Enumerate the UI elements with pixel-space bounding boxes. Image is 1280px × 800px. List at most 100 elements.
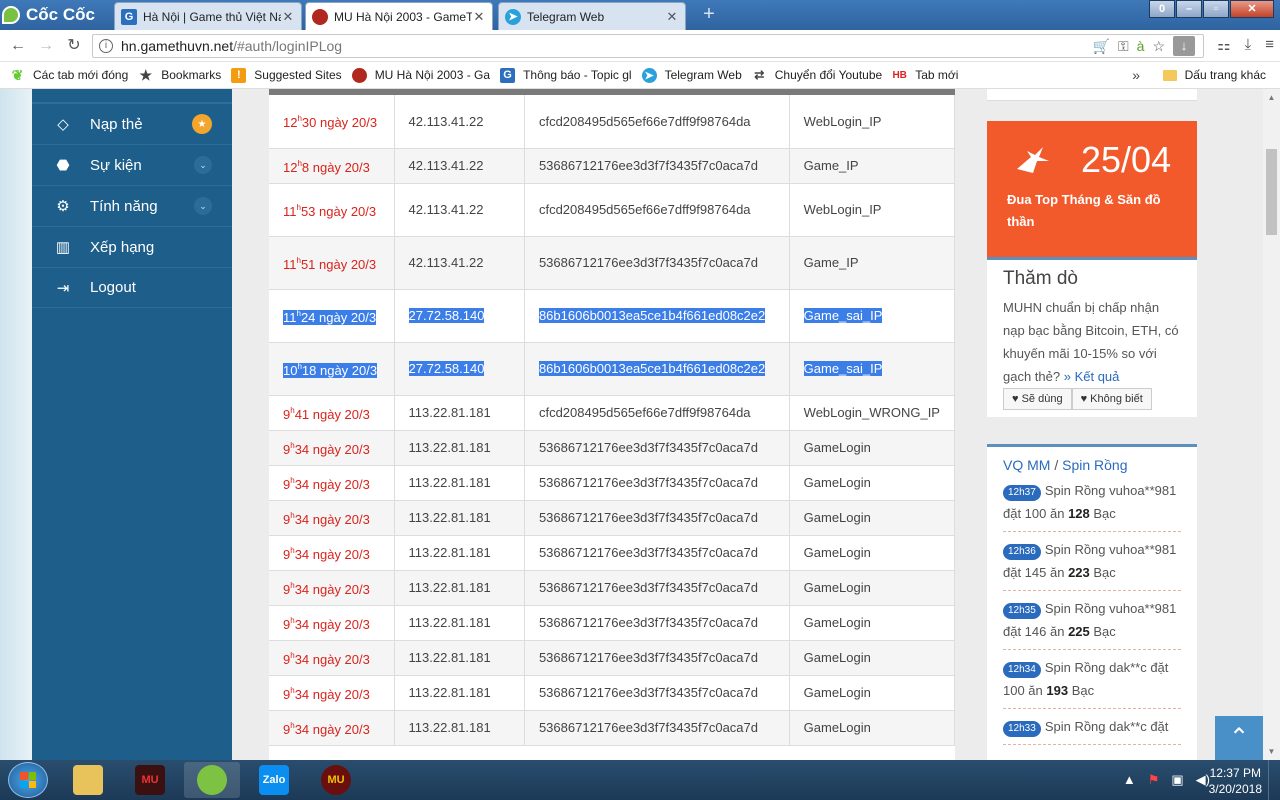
hash-text: cfcd208495d565ef66e7dff9f98764da — [538, 202, 751, 217]
ip-text: 42.113.41.22 — [408, 113, 484, 129]
time-hour: 11 — [283, 309, 297, 325]
tray-expand-icon[interactable]: ▲ — [1123, 772, 1136, 788]
browser-logo[interactable]: Cốc Cốc — [2, 4, 95, 26]
translate-icon[interactable]: à — [1137, 38, 1145, 54]
selected-text: 27.72.58.140 — [408, 361, 485, 376]
taskbar-mu[interactable]: MU — [122, 762, 178, 798]
tab-mu-hanoi[interactable]: MU Hà Nội 2003 - GameThủ ✕ — [305, 2, 493, 30]
sidebar-item-xep-hang[interactable]: ▥ Xếp hạng — [32, 226, 232, 267]
close-window-button[interactable]: ✕ — [1230, 0, 1274, 18]
hash-cell: 53686712176ee3d3f7f3435f7c0aca7d — [524, 675, 790, 711]
selected-text: Game_sai_IP — [803, 361, 883, 376]
ip-text: 113.22.81.181 — [408, 650, 491, 665]
spin-text: Spin Rồng dak**c đặt — [1044, 719, 1169, 734]
mu-icon — [312, 8, 328, 25]
mu-game-icon: MU — [135, 765, 165, 795]
tab-hanoi-gamethu[interactable]: G Hà Nội | Game thủ Việt Nam ✕ — [114, 2, 302, 30]
bookmarks-overflow-button[interactable]: » — [1132, 67, 1140, 83]
table-row: 9h34 ngày 20/3 113.22.81.181 53686712176ee… — [269, 675, 955, 711]
close-icon[interactable]: ✕ — [281, 9, 295, 25]
forward-button[interactable]: → — [36, 36, 56, 56]
spin-time-badge: 12h35 — [1003, 603, 1041, 619]
network-icon[interactable]: ▣ — [1171, 772, 1183, 788]
poll-no-button[interactable]: ♥ Không biết — [1071, 388, 1152, 410]
scroll-up-icon[interactable]: ▲ — [1263, 89, 1280, 106]
close-icon[interactable]: ✕ — [665, 9, 679, 25]
downloads-icon[interactable]: ⤓ — [1245, 36, 1252, 54]
ip-text: 113.22.81.181 — [408, 685, 491, 700]
scroll-top-button[interactable]: ⌃ — [1215, 716, 1263, 760]
taskbar-coccoc[interactable] — [184, 762, 240, 798]
sidebar-item-su-kien[interactable]: ⬣ Sự kiện ⌄ — [32, 144, 232, 185]
bookmark-recent-tabs[interactable]: ❦ Các tab mới đóng — [10, 66, 129, 83]
bookmark-bookmarks[interactable]: ★ Bookmarks — [138, 67, 221, 83]
menu-icon[interactable]: ≡ — [1265, 36, 1274, 54]
sidebar-item-label: Logout — [90, 279, 136, 296]
bookmarks-bar: ❦ Các tab mới đóng ★ Bookmarks ! Suggested … — [0, 62, 1280, 89]
bookmark-star-icon[interactable]: ☆ — [1152, 38, 1165, 55]
start-button[interactable] — [8, 762, 48, 798]
scroll-thumb[interactable] — [1266, 149, 1277, 235]
extensions-icon[interactable]: ⚏ — [1217, 36, 1230, 54]
type-cell: WebLogin_IP — [789, 95, 955, 149]
hash-text: 53686712176ee3d3f7f3435f7c0aca7d — [538, 615, 758, 630]
taskbar-zalo[interactable]: Zalo — [246, 762, 302, 798]
sidebar-item-label: Tính năng — [90, 197, 158, 215]
taskbar-mu-launcher[interactable]: MU — [308, 762, 364, 798]
sidebar-item-nap-the[interactable]: ◇ Nạp thẻ ★ — [32, 103, 232, 144]
scroll-down-icon[interactable]: ▼ — [1263, 743, 1280, 760]
diamond-icon: ◇ — [57, 116, 69, 133]
vq-mm-link[interactable]: VQ MM — [1003, 457, 1050, 473]
coccoc-icon: ❦ — [11, 66, 24, 83]
hash-text: 86b1606b0013ea5ce1b4f661ed08c2e2 — [538, 308, 766, 323]
bookmark-thongbao[interactable]: G Thông báo - Topic gl — [500, 67, 632, 83]
show-desktop-button[interactable] — [1268, 760, 1280, 800]
bookmark-youtube[interactable]: ⇄ Chuyển đổi Youtube — [752, 68, 882, 83]
ip-text: 113.22.81.181 — [408, 545, 491, 560]
selected-text: 86b1606b0013ea5ce1b4f661ed08c2e2 — [538, 361, 766, 376]
new-tab-button[interactable]: + — [698, 4, 720, 25]
url-field[interactable]: i hn.gamethuvn.net/#auth/loginIPLog 🛒 ⚿ … — [92, 34, 1204, 58]
time-rest: 34 ngày 20/3 — [294, 686, 370, 702]
folder-icon — [1162, 69, 1177, 81]
clock[interactable]: 12:37 PM 3/20/2018 — [1209, 765, 1262, 797]
bookmark-newtab[interactable]: HB Tab mới — [892, 68, 958, 83]
time-rest: 18 ngày 20/3 — [301, 362, 378, 378]
bookmark-suggested[interactable]: ! Suggested Sites — [231, 67, 342, 83]
bookmark-mu[interactable]: MU Hà Nội 2003 - Ga — [351, 67, 490, 83]
close-icon[interactable]: ✕ — [472, 9, 486, 25]
reload-button[interactable]: ↻ — [64, 36, 84, 56]
poll-yes-button[interactable]: ♥ Sẽ dùng — [1003, 388, 1072, 410]
time-cell: 9h34 ngày 20/3 — [269, 710, 395, 746]
flag-alert-icon[interactable]: ⚑ — [1148, 772, 1160, 788]
spin-rong-link[interactable]: Spin Rồng — [1062, 457, 1127, 473]
back-button[interactable]: ← — [8, 36, 28, 56]
sidebar-item-tinh-nang[interactable]: ⚙ Tính năng ⌄ — [32, 185, 232, 226]
broken-heart-icon: ♥ — [1080, 393, 1088, 405]
download-icon[interactable]: ↓ — [1173, 36, 1195, 56]
minimize-button[interactable]: – — [1176, 0, 1202, 18]
key-icon[interactable]: ⚿ — [1118, 38, 1129, 55]
cart-icon[interactable]: 🛒 — [1093, 38, 1110, 55]
bookmark-telegram[interactable]: ➤ Telegram Web — [641, 67, 742, 83]
telegram-icon: ➤ — [505, 8, 521, 25]
tab-telegram[interactable]: ➤ Telegram Web ✕ — [498, 2, 686, 30]
badge-icon[interactable]: 0 — [1149, 0, 1175, 18]
time-rest: 8 ngày 20/3 — [301, 159, 370, 175]
maximize-button[interactable]: ▫ — [1203, 0, 1229, 18]
hash-text: 53686712176ee3d3f7f3435f7c0aca7d — [538, 650, 758, 665]
page-background — [0, 89, 32, 760]
time-cell: 9h34 ngày 20/3 — [269, 675, 395, 711]
other-bookmarks[interactable]: Dấu trang khác — [1162, 68, 1266, 82]
sidebar-item-label: Xếp hạng — [90, 238, 155, 256]
taskbar-explorer[interactable] — [60, 762, 116, 798]
info-icon[interactable]: i — [99, 39, 113, 53]
event-banner[interactable]: 25/04 Đua Top Tháng & Săn đồ thần — [987, 121, 1197, 257]
time-cell: 9h34 ngày 20/3 — [269, 500, 395, 536]
ip-cell: 42.113.41.22 — [394, 183, 525, 237]
page-scrollbar[interactable]: ▲ ▼ — [1263, 89, 1280, 760]
bookmark-label: Thông báo - Topic gl — [523, 68, 632, 82]
table-row: 9h34 ngày 20/3 113.22.81.181 53686712176ee… — [269, 500, 955, 536]
poll-result-link[interactable]: » Kết quả — [1064, 369, 1120, 384]
sidebar-item-logout[interactable]: ⇥ Logout — [32, 267, 232, 308]
